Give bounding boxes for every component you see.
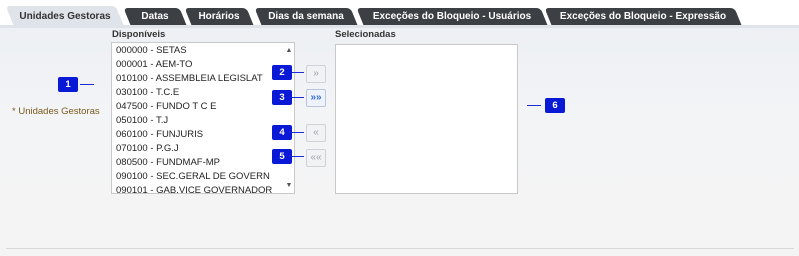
annotation-badge-1: 1: [58, 77, 78, 92]
annotation-line-3: [292, 97, 304, 98]
annotation-line-4: [292, 132, 304, 133]
list-item[interactable]: 030100 - T.C.E: [116, 86, 179, 100]
unidades-gestoras-field-label: * Unidades Gestoras: [12, 106, 100, 117]
list-item[interactable]: 090100 - SEC.GERAL DE GOVERN: [116, 170, 270, 184]
panel-bottom-divider: [6, 248, 794, 249]
annotation-line-1: [80, 84, 94, 85]
scroll-up-icon[interactable]: ▲: [285, 47, 293, 55]
tab-excecoes-expressao[interactable]: Exceções do Bloqueio - Expressão: [544, 8, 742, 25]
annotation-badge-3: 3: [272, 90, 292, 105]
tab-datas[interactable]: Datas: [123, 8, 187, 25]
list-item[interactable]: 050100 - T.J: [116, 114, 168, 128]
list-item[interactable]: 060100 - FUNJURIS: [116, 128, 203, 142]
tab-horarios[interactable]: Horários: [184, 8, 254, 25]
annotation-badge-2: 2: [272, 65, 292, 80]
annotation-badge-6: 6: [545, 98, 565, 113]
annotation-line-5: [292, 156, 304, 157]
move-one-left-button[interactable]: «: [306, 124, 326, 142]
move-all-left-button[interactable]: ««: [306, 149, 326, 167]
list-item[interactable]: 080500 - FUNDMAF-MP: [116, 156, 220, 170]
list-item[interactable]: 047500 - FUNDO T C E: [116, 100, 217, 114]
available-list-label: Disponíveis: [112, 29, 166, 40]
tab-bar: Unidades Gestoras Datas Horários Dias da…: [0, 0, 799, 27]
tab-unidades-gestoras[interactable]: Unidades Gestoras: [5, 6, 125, 27]
list-item[interactable]: 000001 - AEM-TO: [116, 58, 192, 72]
move-one-right-button[interactable]: »: [306, 65, 326, 83]
selected-list-label: Selecionadas: [335, 29, 396, 40]
annotation-line-6: [527, 105, 541, 106]
list-item[interactable]: 070100 - P.G.J: [116, 142, 179, 156]
move-all-right-button[interactable]: »»: [306, 89, 326, 107]
scroll-down-icon[interactable]: ▼: [285, 182, 293, 190]
list-item[interactable]: 010100 - ASSEMBLEIA LEGISLAT: [116, 72, 263, 86]
annotation-badge-5: 5: [272, 149, 292, 164]
available-listbox[interactable]: 000000 - SETAS 000001 - AEM-TO 010100 - …: [111, 42, 295, 194]
selected-listbox[interactable]: [335, 44, 518, 194]
annotation-badge-4: 4: [272, 125, 292, 140]
list-item[interactable]: 000000 - SETAS: [116, 44, 187, 58]
annotation-line-2: [292, 72, 304, 73]
tab-dias-da-semana[interactable]: Dias da semana: [254, 8, 358, 25]
list-item[interactable]: 090101 - GAB.VICE GOVERNADOR: [116, 184, 272, 193]
tab-excecoes-usuarios[interactable]: Exceções do Bloqueio - Usuários: [356, 8, 548, 25]
